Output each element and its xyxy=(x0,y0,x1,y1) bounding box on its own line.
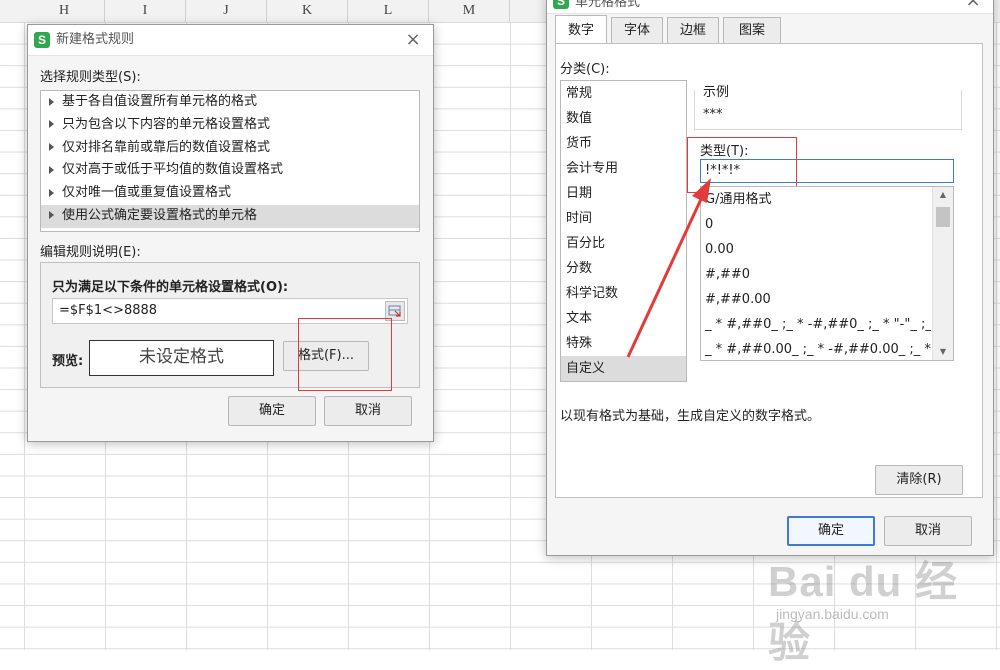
dialog-title: 单元格格式 xyxy=(575,0,641,10)
title-bar[interactable]: S 单元格格式 × xyxy=(547,0,993,14)
list-item[interactable]: 仅对排名靠前或靠后的数值设置格式 xyxy=(41,137,419,160)
column-header-j[interactable]: J xyxy=(186,0,267,22)
category-label: 分类(C): xyxy=(560,62,610,77)
sample-group xyxy=(694,90,962,130)
list-item[interactable]: 分数 xyxy=(561,256,686,281)
condition-label: 只为满足以下条件的单元格设置格式(O): xyxy=(52,280,289,295)
format-button[interactable]: 格式(F)... xyxy=(283,341,369,371)
category-list[interactable]: 常规 数值 货币 会计专用 日期 时间 百分比 分数 科学记数 文本 特殊 自定… xyxy=(560,80,687,382)
triangle-right-icon xyxy=(49,97,54,106)
type-value: !*!*!* xyxy=(705,163,741,178)
list-item[interactable]: 只为包含以下内容的单元格设置格式 xyxy=(41,114,419,137)
column-header-k[interactable]: K xyxy=(267,0,348,22)
type-label: 类型(T): xyxy=(700,144,749,159)
list-item-selected[interactable]: 使用公式确定要设置格式的单元格 xyxy=(41,204,419,228)
cancel-button[interactable]: 取消 xyxy=(324,396,412,426)
type-input[interactable]: !*!*!* xyxy=(700,159,954,183)
rule-type-label: 只为包含以下内容的单元格设置格式 xyxy=(62,116,271,132)
sample-label: 示例 xyxy=(700,81,733,100)
close-icon[interactable]: × xyxy=(403,28,423,52)
list-item[interactable]: _ * #,##0_ ;_ * -#,##0_ ;_ * "-"_ ;_... xyxy=(701,312,931,337)
column-header-h[interactable]: H xyxy=(24,0,105,22)
sample-value: *** xyxy=(703,107,723,122)
triangle-right-icon xyxy=(49,143,54,152)
tab-border[interactable]: 边框 xyxy=(667,17,719,43)
column-header-l[interactable]: L xyxy=(348,0,429,22)
column-header-i[interactable]: I xyxy=(105,0,186,22)
column-header-m[interactable]: M xyxy=(429,0,510,22)
list-item[interactable]: 日期 xyxy=(561,181,686,206)
tab-number[interactable]: 数字 xyxy=(555,15,607,43)
rule-type-label: 仅对高于或低于平均值的数值设置格式 xyxy=(62,162,284,178)
list-item[interactable]: 货币 xyxy=(561,131,686,156)
edit-rule-desc-label: 编辑规则说明(E): xyxy=(40,245,141,260)
rule-type-label: 仅对排名靠前或靠后的数值设置格式 xyxy=(62,139,271,155)
triangle-right-icon xyxy=(49,211,54,220)
dialog-title: 新建格式规则 xyxy=(56,32,135,47)
ok-button[interactable]: 确定 xyxy=(787,516,875,546)
triangle-right-icon xyxy=(49,188,54,197)
list-item[interactable]: #,##0.00 xyxy=(701,287,931,312)
rule-type-label: 仅对唯一值或重复值设置格式 xyxy=(62,185,232,201)
vertical-scrollbar[interactable]: ▲ ▼ xyxy=(932,187,953,360)
scroll-up-arrow-icon[interactable]: ▲ xyxy=(933,187,953,203)
rule-type-label: 使用公式确定要设置格式的单元格 xyxy=(62,207,258,223)
list-item[interactable]: 特殊 xyxy=(561,331,686,356)
list-item[interactable]: 常规 xyxy=(561,81,686,106)
cancel-button[interactable]: 取消 xyxy=(884,516,972,546)
list-item[interactable]: 百分比 xyxy=(561,231,686,256)
tab-font[interactable]: 字体 xyxy=(611,17,663,43)
close-icon[interactable]: × xyxy=(963,0,983,13)
grid-arrow-icon xyxy=(388,305,401,317)
scroll-down-arrow-icon[interactable]: ▼ xyxy=(933,344,953,360)
triangle-right-icon xyxy=(49,120,54,129)
title-bar[interactable]: S 新建格式规则 × xyxy=(28,25,433,56)
list-item[interactable]: 0 xyxy=(701,212,931,237)
list-item[interactable]: 文本 xyxy=(561,306,686,331)
app-logo-icon: S xyxy=(34,32,50,48)
rule-type-label: 基于各自值设置所有单元格的格式 xyxy=(62,94,258,109)
list-item[interactable]: 0.00 xyxy=(701,237,931,262)
formula-input[interactable]: =$F$1<>8888 xyxy=(52,298,408,324)
list-item[interactable]: #,##0 xyxy=(701,262,931,287)
list-item[interactable]: 仅对唯一值或重复值设置格式 xyxy=(41,182,419,205)
ok-button[interactable]: 确定 xyxy=(228,396,316,426)
select-rule-type-label: 选择规则类型(S): xyxy=(40,70,141,85)
tab-pattern[interactable]: 图案 xyxy=(723,17,781,43)
list-item[interactable]: _ * #,##0.00_ ;_ * -#,##0.00_ ;_ *... xyxy=(701,337,931,360)
preview-label: 预览: xyxy=(52,354,84,369)
list-item-selected[interactable]: 自定义 xyxy=(561,356,686,381)
list-item[interactable]: 仅对高于或低于平均值的数值设置格式 xyxy=(41,159,419,182)
list-item[interactable]: G/通用格式 xyxy=(701,187,931,212)
list-item[interactable]: 科学记数 xyxy=(561,281,686,306)
preview-box: 未设定格式 xyxy=(89,340,274,376)
app-logo-icon: S xyxy=(553,0,569,9)
list-item[interactable]: 数值 xyxy=(561,106,686,131)
clear-button[interactable]: 清除(R) xyxy=(875,465,963,495)
triangle-right-icon xyxy=(49,165,54,174)
scroll-thumb[interactable] xyxy=(936,207,950,227)
range-select-icon[interactable] xyxy=(385,301,405,321)
format-code-list[interactable]: G/通用格式 0 0.00 #,##0 #,##0.00 _ * #,##0_ … xyxy=(700,186,954,361)
list-item[interactable]: 会计专用 xyxy=(561,156,686,181)
list-item[interactable]: 基于各自值设置所有单元格的格式 xyxy=(41,91,419,114)
formula-value: =$F$1<>8888 xyxy=(59,303,158,318)
format-description: 以现有格式为基础，生成自定义的数字格式。 xyxy=(560,409,821,424)
list-item[interactable]: 时间 xyxy=(561,206,686,231)
rule-type-list[interactable]: 基于各自值设置所有单元格的格式 只为包含以下内容的单元格设置格式 仅对排名靠前或… xyxy=(40,90,420,232)
